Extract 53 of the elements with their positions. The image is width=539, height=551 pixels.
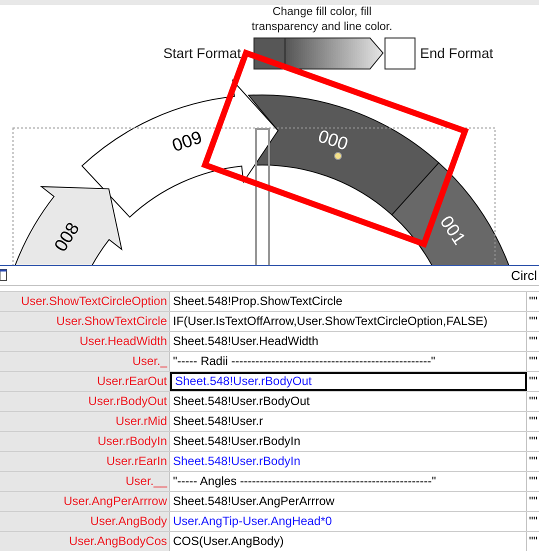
band-segment[interactable] [248,94,440,215]
formula-cell[interactable]: Sheet.548!User.rBodyOut [170,372,527,391]
end-format-label: End Format [420,44,494,61]
formula-cell[interactable]: Sheet.548!User.HeadWidth [170,332,527,351]
row-name-cell: User.AngPerArrrow [0,492,170,511]
formula-cell[interactable]: IF(User.IsTextOffArrow,User.ShowTextCircleOption,FALSE) [170,312,527,331]
formula-cell[interactable]: Sheet.548!User.rBodyIn [170,432,527,451]
row-name-cell: User.__ [0,472,170,491]
connection-handle[interactable] [255,128,270,265]
segment-label: 001 [436,212,470,248]
formula-cell[interactable]: Sheet.548!User.AngPerArrrow [170,492,527,511]
value-cell-text: "" [528,533,539,550]
value-cell-text: "" [528,393,539,410]
value-cell-text: "" [528,413,539,430]
value-cell-text: "" [528,313,539,330]
start-format-label: Start Format [163,44,241,61]
row-name-cell: User.AngBodyCos [0,532,170,551]
value-cell-text: "" [528,293,539,310]
row-name-cell: User.rMid [0,412,170,431]
row-name-cell: User.rBodyIn [0,432,170,451]
formula-cell[interactable]: Sheet.548!User.rBodyIn [170,452,527,471]
value-cell-text: "" [528,453,539,470]
row-name-cell: User.rEarIn [0,452,170,471]
row-name-cell: User.rBodyOut [0,392,170,411]
value-cell-text: "" [528,493,539,510]
shapesheet-title: Circl [511,268,537,283]
end-format-swatch [384,37,416,70]
value-cell-text: "" [528,433,539,450]
row-name-cell: User.AngBody [0,512,170,531]
value-cell-text: "" [528,373,539,390]
segment-label: 009 [170,126,204,156]
value-cell-text: "" [528,473,539,490]
formula-cell[interactable]: Sheet.548!Prop.ShowTextCircle [170,292,527,311]
value-cell-text: "" [528,513,539,530]
formula-cell[interactable]: COS(User.AngBody) [170,532,527,551]
value-cell-text: "" [528,333,539,350]
caption-text: transparency and line color. [252,20,392,33]
arrow-segment[interactable] [82,80,278,218]
row-name-cell: User.HeadWidth [0,332,170,351]
caption-text: Change fill color, fill [272,6,372,18]
segment-label: 000 [316,126,351,154]
row-name-cell: User._ [0,352,170,371]
value-cell-text: "" [528,353,539,370]
row-name-cell: User.ShowTextCircle [0,312,170,331]
formula-cell[interactable]: User.AngTip-User.AngHead*0 [170,512,527,531]
window-icon[interactable] [0,269,7,282]
segment-label: 008 [50,218,84,255]
formula-cell[interactable]: Sheet.548!User.r [170,412,527,431]
row-name-cell: User.ShowTextCircleOption [0,292,170,311]
formula-cell[interactable]: "----- Angles ------------------------------------------------" [170,472,527,491]
formula-cell[interactable]: "----- Radii --------------------------------------------------" [170,352,527,371]
row-name-cell: User.rEarOut [0,372,170,391]
formula-cell[interactable]: Sheet.548!User.rBodyOut [170,392,527,411]
